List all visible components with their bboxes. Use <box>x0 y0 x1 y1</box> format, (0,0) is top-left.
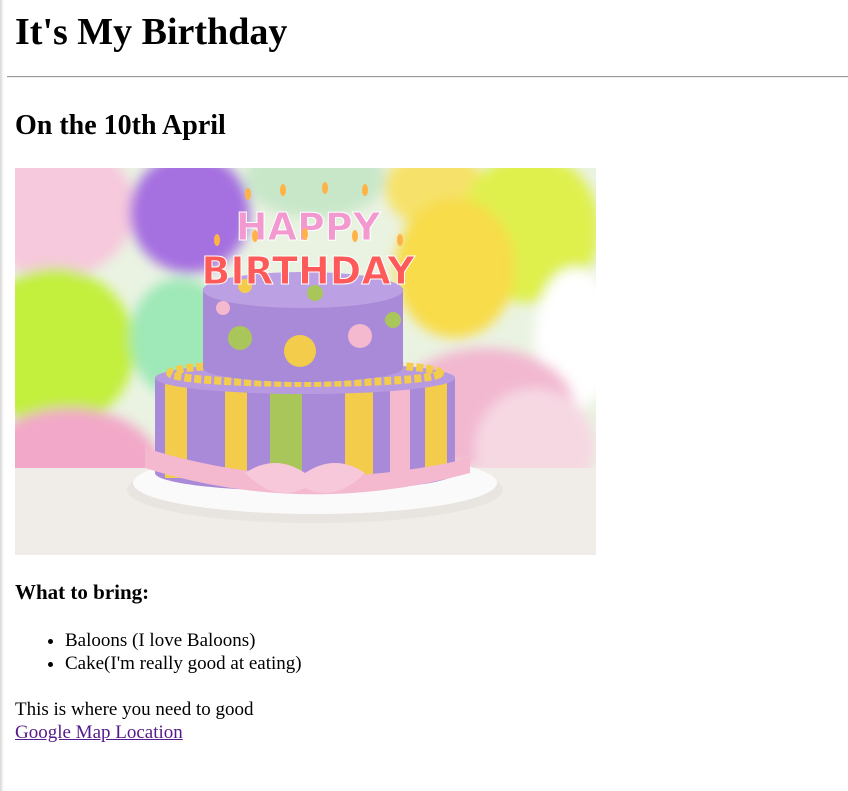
location-text: This is where you need to good <box>15 699 254 720</box>
list-item: Baloons (I love Baloons) <box>65 629 302 652</box>
google-map-link[interactable]: Google Map Location <box>15 721 183 744</box>
divider <box>7 76 848 78</box>
list-item: Cake(I'm really good at eating) <box>65 652 302 675</box>
page-title: It's My Birthday <box>15 11 288 53</box>
bring-list: Baloons (I love Baloons) Cake(I'm really… <box>15 629 302 675</box>
window-left-edge <box>0 0 4 791</box>
birthday-cake-image: HAPPY BIRTHDAY <box>15 168 596 555</box>
svg-text:BIRTHDAY: BIRTHDAY <box>201 249 415 293</box>
date-heading: On the 10th April <box>15 110 226 141</box>
bring-heading: What to bring: <box>15 580 150 604</box>
svg-text:HAPPY: HAPPY <box>236 205 381 249</box>
